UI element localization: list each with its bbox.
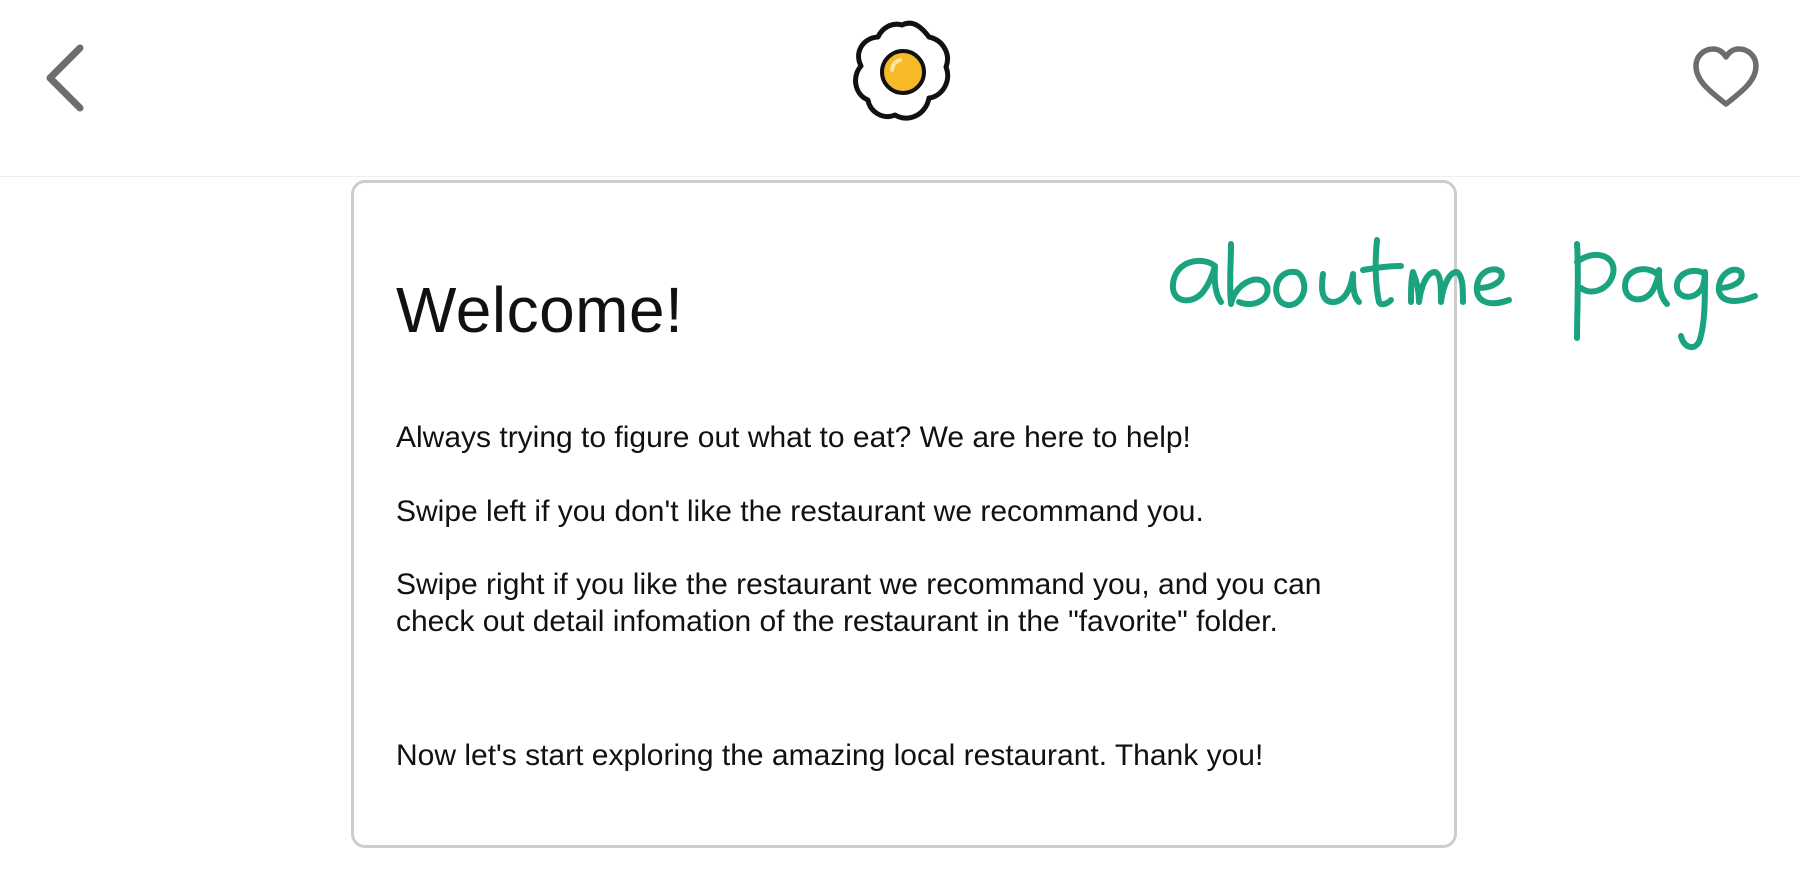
- swipe-left-paragraph: Swipe left if you don't like the restaur…: [396, 495, 1204, 528]
- favorites-button[interactable]: [1688, 38, 1764, 118]
- about-me-page-handwriting: [1169, 237, 1758, 351]
- heart-outline-icon: [1693, 46, 1759, 107]
- chevron-left-icon: [46, 44, 84, 112]
- swipe-right-paragraph: Swipe right if you like the restaurant w…: [396, 568, 1322, 638]
- back-button[interactable]: [30, 34, 102, 122]
- fried-egg-icon: [853, 20, 951, 121]
- fried-egg-logo: [850, 16, 954, 126]
- about-page: Welcome! Always trying to figure out wha…: [0, 0, 1816, 892]
- header-divider: [0, 176, 1800, 177]
- intro-paragraph: Always trying to figure out what to eat?…: [396, 421, 1191, 454]
- handwritten-annotation: [1165, 222, 1765, 372]
- welcome-title: Welcome!: [396, 274, 684, 346]
- closing-paragraph: Now let's start exploring the amazing lo…: [396, 739, 1264, 772]
- top-navigation-bar: [0, 0, 1816, 176]
